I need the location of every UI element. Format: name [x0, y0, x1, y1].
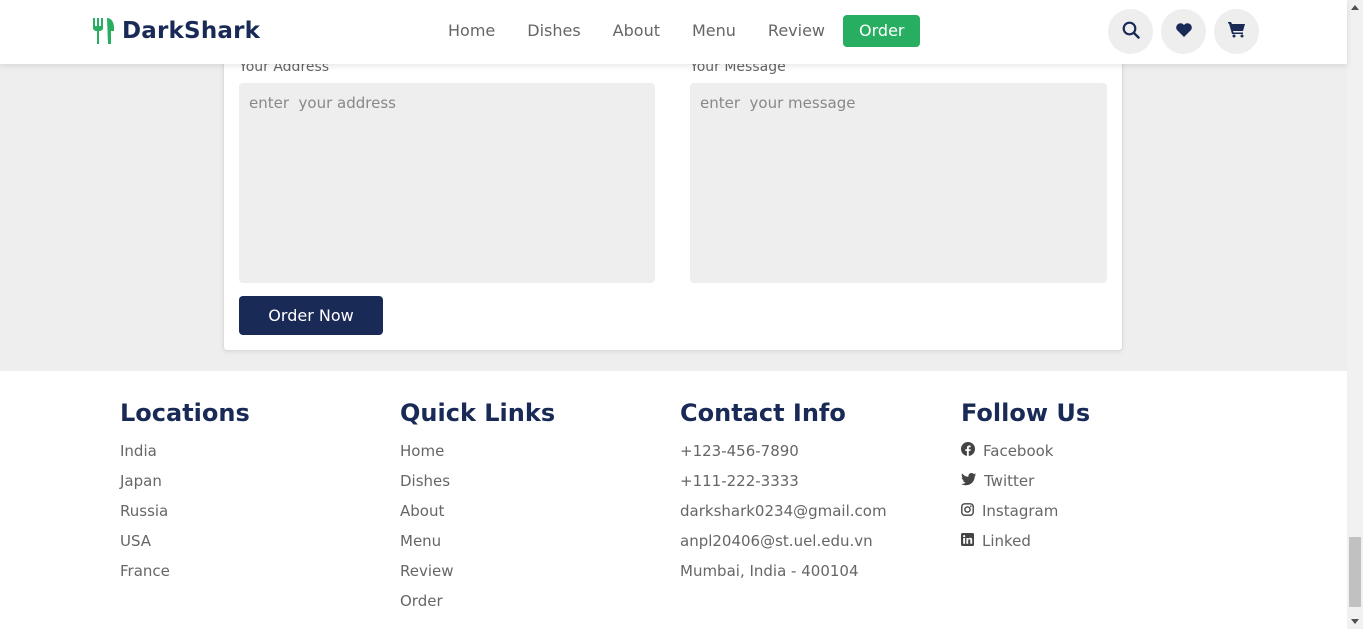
location-link[interactable]: France — [120, 556, 250, 586]
nav-review[interactable]: Review — [752, 15, 841, 47]
main-nav: Home Dishes About Menu Review Order — [432, 15, 921, 47]
twitter-icon — [961, 466, 977, 496]
wishlist-button[interactable] — [1161, 9, 1206, 54]
location-link[interactable]: USA — [120, 526, 250, 556]
footer-heading: Contact Info — [680, 399, 846, 427]
contact-email[interactable]: anpl20406@st.uel.edu.vn — [680, 526, 887, 556]
search-icon — [1122, 21, 1140, 43]
scroll-down-arrow-icon[interactable] — [1351, 619, 1359, 624]
footer-follow: Follow Us Facebook Twitter Instagram Lin… — [961, 398, 1090, 556]
facebook-icon — [961, 436, 975, 466]
contact-address[interactable]: Mumbai, India - 400104 — [680, 556, 887, 586]
location-link[interactable]: Russia — [120, 496, 250, 526]
nav-order[interactable]: Order — [843, 15, 921, 47]
linkedin-icon — [961, 526, 974, 556]
address-field[interactable] — [239, 83, 655, 283]
site-footer: Locations India Japan Russia USA France … — [0, 371, 1347, 629]
footer-quick-links: Quick Links Home Dishes About Menu Revie… — [400, 398, 555, 616]
social-facebook[interactable]: Facebook — [961, 436, 1090, 466]
header-icons — [1108, 9, 1259, 54]
nav-home[interactable]: Home — [432, 15, 511, 47]
site-header: DarkShark Home Dishes About Menu Review … — [0, 0, 1347, 64]
location-link[interactable]: India — [120, 436, 250, 466]
heart-icon — [1175, 22, 1193, 42]
social-linkedin[interactable]: Linked — [961, 526, 1090, 556]
nav-about[interactable]: About — [597, 15, 676, 47]
utensils-icon — [92, 17, 116, 45]
quick-link[interactable]: Menu — [400, 526, 555, 556]
instagram-icon — [961, 496, 974, 526]
cart-icon — [1227, 21, 1246, 42]
footer-contact: Contact Info +123-456-7890 +111-222-3333… — [680, 398, 887, 586]
scroll-up-arrow-icon[interactable] — [1351, 5, 1359, 10]
order-now-button[interactable]: Order Now — [239, 296, 383, 335]
social-label: Linked — [982, 532, 1031, 550]
contact-email[interactable]: darkshark0234@gmail.com — [680, 496, 887, 526]
scroll-thumb[interactable] — [1349, 537, 1361, 607]
footer-heading: Follow Us — [961, 399, 1091, 427]
social-label: Facebook — [983, 442, 1054, 460]
social-label: Instagram — [982, 502, 1059, 520]
search-button[interactable] — [1108, 9, 1153, 54]
brand-name: DarkShark — [122, 18, 261, 44]
footer-heading: Quick Links — [400, 399, 556, 427]
nav-dishes[interactable]: Dishes — [511, 15, 596, 47]
location-link[interactable]: Japan — [120, 466, 250, 496]
order-form: Your Address Your Message Order Now — [223, 20, 1123, 351]
quick-link[interactable]: Home — [400, 436, 555, 466]
social-instagram[interactable]: Instagram — [961, 496, 1090, 526]
social-twitter[interactable]: Twitter — [961, 466, 1090, 496]
quick-link[interactable]: Order — [400, 586, 555, 616]
message-field[interactable] — [690, 83, 1107, 283]
quick-link[interactable]: About — [400, 496, 555, 526]
contact-phone[interactable]: +123-456-7890 — [680, 436, 887, 466]
footer-locations: Locations India Japan Russia USA France — [120, 398, 250, 586]
social-label: Twitter — [984, 472, 1035, 490]
quick-link[interactable]: Dishes — [400, 466, 555, 496]
contact-phone[interactable]: +111-222-3333 — [680, 466, 887, 496]
cart-button[interactable] — [1214, 9, 1259, 54]
footer-heading: Locations — [120, 399, 250, 427]
nav-menu[interactable]: Menu — [676, 15, 752, 47]
page-scrollbar[interactable] — [1347, 0, 1363, 629]
quick-link[interactable]: Review — [400, 556, 555, 586]
logo[interactable]: DarkShark — [92, 16, 260, 46]
